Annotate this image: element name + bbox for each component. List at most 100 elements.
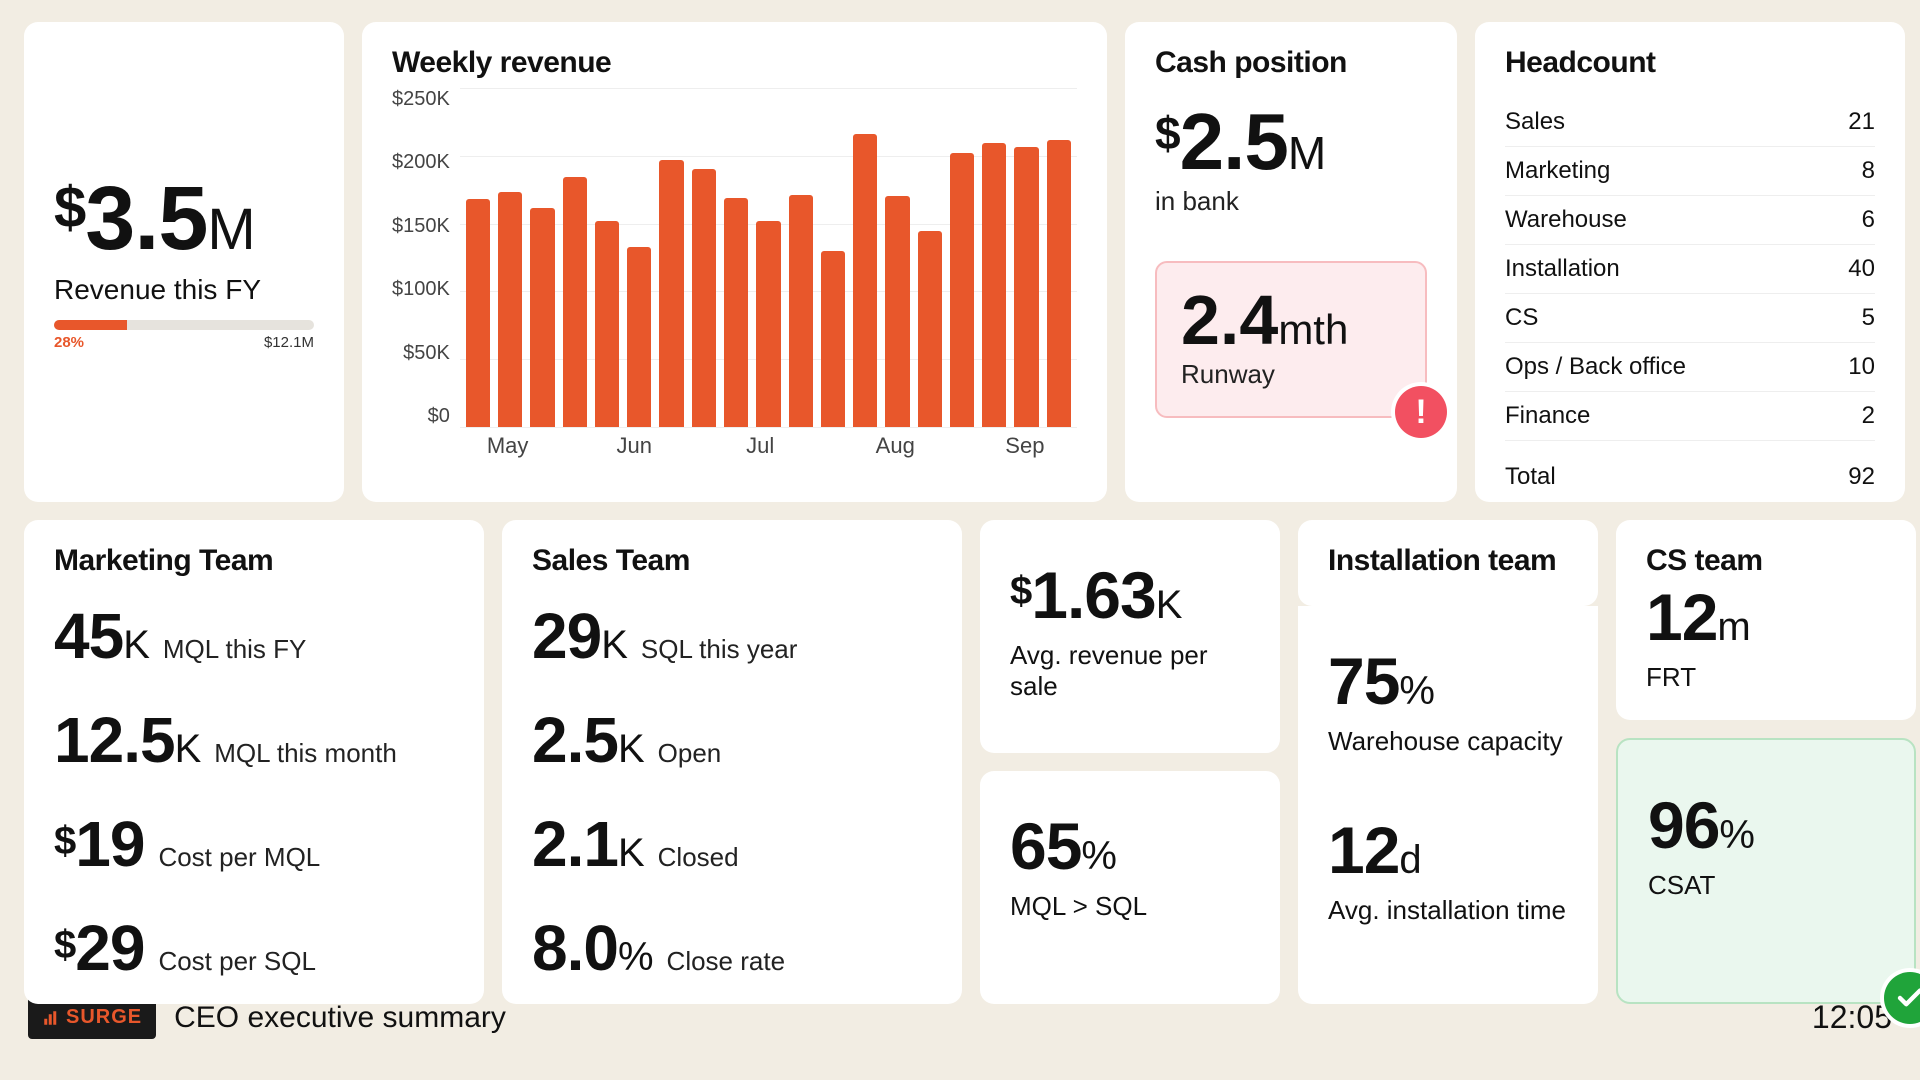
alert-icon: ! — [1395, 386, 1447, 438]
avg-revenue-value: $1.63K — [1010, 562, 1250, 628]
metric-row: 8.0%Close rate — [532, 916, 932, 980]
weekly-revenue-title: Weekly revenue — [392, 46, 1077, 80]
headcount-title: Headcount — [1505, 46, 1875, 80]
headcount-total-value: 92 — [1848, 463, 1875, 491]
metric-number: 8.0 — [532, 912, 618, 984]
metric-row: $29 Cost per SQL — [54, 916, 454, 980]
bar — [659, 160, 683, 427]
bar — [595, 221, 619, 427]
headcount-row: Ops / Back office10 — [1505, 343, 1875, 392]
x-tick: Aug — [876, 433, 915, 459]
install-time-unit: d — [1399, 838, 1420, 882]
warehouse-capacity-number: 75 — [1328, 644, 1399, 718]
currency-prefix: $ — [1155, 107, 1180, 159]
headcount-row: Sales21 — [1505, 98, 1875, 147]
csat-label: CSAT — [1648, 870, 1884, 901]
sales-title: Sales Team — [532, 544, 932, 578]
headcount-row-label: Marketing — [1505, 157, 1610, 185]
y-tick: $200K — [392, 151, 450, 174]
install-time-value: 12d — [1328, 817, 1568, 883]
installation-title: Installation team — [1328, 544, 1568, 578]
brand-logo-text: SURGE — [66, 1006, 142, 1029]
headcount-total-label: Total — [1505, 463, 1556, 491]
marketing-metrics: 45KMQL this FY 12.5KMQL this month $19 Cost… — [54, 604, 454, 980]
metric-label: Open — [658, 738, 722, 769]
bar — [1014, 147, 1038, 427]
cash-title: Cash position — [1155, 46, 1427, 80]
x-axis: MayJunJulAugSep — [460, 433, 1077, 463]
revenue-fy-label: Revenue this FY — [54, 274, 314, 306]
metric-number: 2.5 — [532, 704, 618, 776]
mql-sql-label: MQL > SQL — [1010, 891, 1250, 922]
metric-label: MQL this month — [214, 738, 397, 769]
runway-unit: mth — [1278, 306, 1348, 353]
chart-area: $250K$200K$150K$100K$50K$0 MayJunJulAugS… — [392, 88, 1077, 468]
metric-label: Closed — [658, 842, 739, 873]
headcount-row-value: 8 — [1862, 157, 1875, 185]
bar — [789, 195, 813, 427]
headcount-row-label: Sales — [1505, 108, 1565, 136]
metric-row: 12.5KMQL this month — [54, 708, 454, 772]
metric-label: MQL this FY — [163, 634, 307, 665]
frt-label: FRT — [1646, 662, 1886, 693]
headcount-row-value: 10 — [1848, 353, 1875, 381]
warehouse-capacity-unit: % — [1399, 669, 1434, 713]
warehouse-capacity-label: Warehouse capacity — [1328, 726, 1568, 757]
mql-sql-value: 65% — [1010, 813, 1250, 879]
surge-logo-icon — [42, 1009, 60, 1027]
metric-number: 12.5 — [54, 704, 175, 776]
weekly-revenue-card: Weekly revenue $250K$200K$150K$100K$50K$… — [362, 22, 1107, 502]
avg-revenue-unit: K — [1156, 583, 1182, 627]
frt-value: 12m — [1646, 584, 1886, 650]
bar — [530, 208, 554, 427]
headcount-row: Warehouse6 — [1505, 196, 1875, 245]
metric-row: 2.5K Open — [532, 708, 932, 772]
cash-sub: in bank — [1155, 186, 1427, 217]
frt-unit: m — [1717, 605, 1749, 649]
metric-number: 19 — [75, 808, 144, 880]
headcount-row: Installation40 — [1505, 245, 1875, 294]
headcount-row-value: 6 — [1862, 206, 1875, 234]
avg-revenue-number: 1.63 — [1031, 558, 1155, 632]
metric-prefix: $ — [54, 819, 75, 863]
y-axis: $250K$200K$150K$100K$50K$0 — [392, 88, 460, 428]
page-title: CEO executive summary — [174, 1001, 506, 1035]
cash-position-card: Cash position $2.5M in bank 2.4mth Runwa… — [1125, 22, 1457, 502]
warehouse-capacity-value: 75% — [1328, 648, 1568, 714]
mql-sql-number: 65 — [1010, 809, 1081, 883]
bar — [950, 153, 974, 427]
revenue-fy-value: $3.5M — [54, 174, 314, 264]
headcount-row-value: 2 — [1862, 402, 1875, 430]
metric-row: 2.1K Closed — [532, 812, 932, 876]
csat-card: 96% CSAT — [1616, 738, 1916, 1004]
revenue-fy-card: $3.5M Revenue this FY 28% $12.1M — [24, 22, 344, 502]
currency-prefix: $ — [1010, 569, 1031, 613]
dashboard-grid: $3.5M Revenue this FY 28% $12.1M Weekly … — [0, 0, 1920, 980]
bar — [885, 196, 909, 427]
bar — [853, 134, 877, 427]
bar — [821, 251, 845, 427]
headcount-row-label: Finance — [1505, 402, 1590, 430]
bar — [756, 221, 780, 427]
progress-track — [54, 320, 314, 330]
x-tick: Sep — [1005, 433, 1044, 459]
metric-value: $29 — [54, 916, 144, 980]
marketing-card: Marketing Team 45KMQL this FY12.5KMQL th… — [24, 520, 484, 1004]
revenue-fy-unit: M — [207, 197, 254, 262]
metric-label: Cost per SQL — [158, 946, 316, 977]
chart-plot: MayJunJulAugSep — [460, 88, 1077, 428]
sales-stats-column: $1.63K Avg. revenue per sale 65% MQL > S… — [980, 520, 1280, 1004]
csat-value: 96% — [1648, 792, 1884, 858]
row-two: Marketing Team 45KMQL this FY12.5KMQL th… — [24, 520, 1905, 980]
gridline — [460, 427, 1077, 428]
metric-value: 2.5K — [532, 708, 644, 772]
metric-row: 45KMQL this FY — [54, 604, 454, 668]
metric-number: 2.1 — [532, 808, 618, 880]
install-time-label: Avg. installation time — [1328, 895, 1568, 926]
csat-number: 96 — [1648, 788, 1719, 862]
headcount-row-value: 40 — [1848, 255, 1875, 283]
headcount-row-label: CS — [1505, 304, 1538, 332]
metric-number: 29 — [75, 912, 144, 984]
mql-sql-card: 65% MQL > SQL — [980, 771, 1280, 1004]
metric-value: 2.1K — [532, 812, 644, 876]
